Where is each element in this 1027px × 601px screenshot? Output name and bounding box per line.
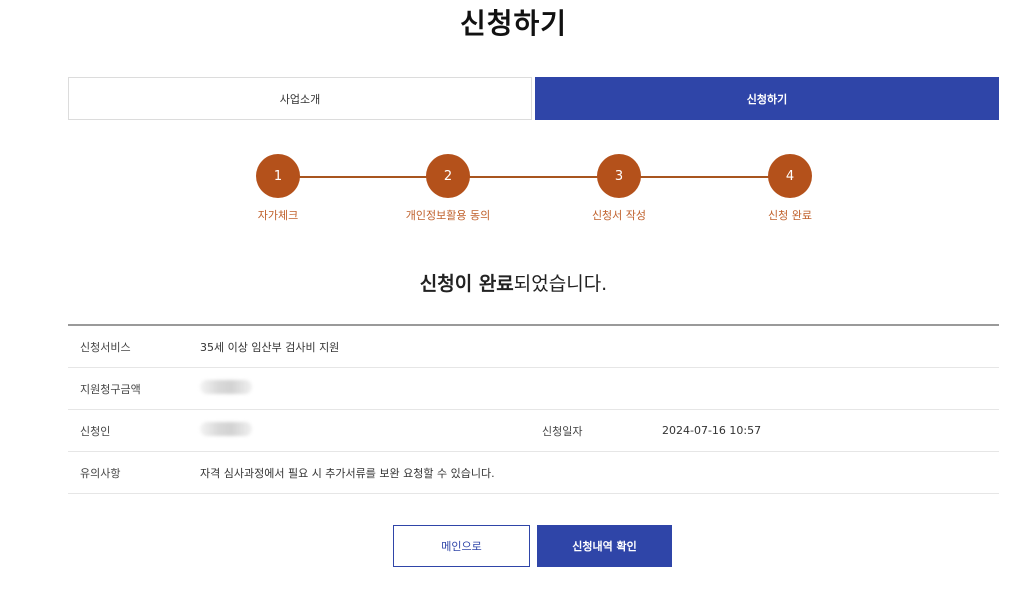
amount-label: 지원청구금액 [80,382,141,396]
step-2-label: 개인정보활용 동의 [405,209,491,222]
step-connector-line [278,176,790,178]
application-info-table: 신청서비스 35세 이상 임산부 검사비 지원 지원청구금액 신청인 신청일자 … [68,324,999,494]
step-1: 1 자가체크 [208,154,348,223]
step-1-label: 자가체크 [257,209,299,222]
table-row-notice: 유의사항 자격 심사과정에서 필요 시 추가서류를 보완 요청할 수 있습니다. [68,452,999,494]
progress-steps: 1 자가체크 2 개인정보활용 동의 3 신청서 작성 4 신청 완료 [0,154,1027,234]
applicant-value-redacted [200,422,530,439]
step-2: 2 개인정보활용 동의 [378,154,518,223]
redacted-blur [200,422,252,436]
step-3-number: 3 [597,154,641,198]
step-3: 3 신청서 작성 [549,154,689,223]
table-row-amount: 지원청구금액 [68,368,999,410]
table-row-applicant: 신청인 신청일자 2024-07-16 10:57 [68,410,999,452]
amount-value-redacted [200,380,252,397]
completion-message-rest: 되었습니다. [513,273,608,295]
step-4-number: 4 [768,154,812,198]
notice-label: 유의사항 [80,466,121,480]
step-3-label: 신청서 작성 [591,209,647,222]
step-2-number: 2 [426,154,470,198]
table-row-service: 신청서비스 35세 이상 임산부 검사비 지원 [68,326,999,368]
page-title: 신청하기 [459,7,568,40]
step-4: 4 신청 완료 [720,154,860,223]
tab-bar: 사업소개 신청하기 [68,77,999,120]
completion-message-bold: 신청이 완료 [419,273,514,295]
service-value: 35세 이상 임산부 검사비 지원 [200,340,340,354]
completion-message: 신청이 완료되었습니다. [0,270,1027,298]
main-page-button[interactable]: 메인으로 [393,525,530,567]
applicant-label: 신청인 [80,424,111,438]
tab-business-intro[interactable]: 사업소개 [68,77,532,120]
notice-value: 자격 심사과정에서 필요 시 추가서류를 보완 요청할 수 있습니다. [200,466,495,480]
date-label: 신청일자 [542,424,583,438]
view-history-button[interactable]: 신청내역 확인 [537,525,672,567]
redacted-blur [200,380,252,394]
date-value: 2024-07-16 10:57 [662,424,762,437]
service-label: 신청서비스 [80,340,131,354]
step-4-label: 신청 완료 [768,209,812,222]
tab-apply[interactable]: 신청하기 [535,77,999,120]
step-1-number: 1 [256,154,300,198]
